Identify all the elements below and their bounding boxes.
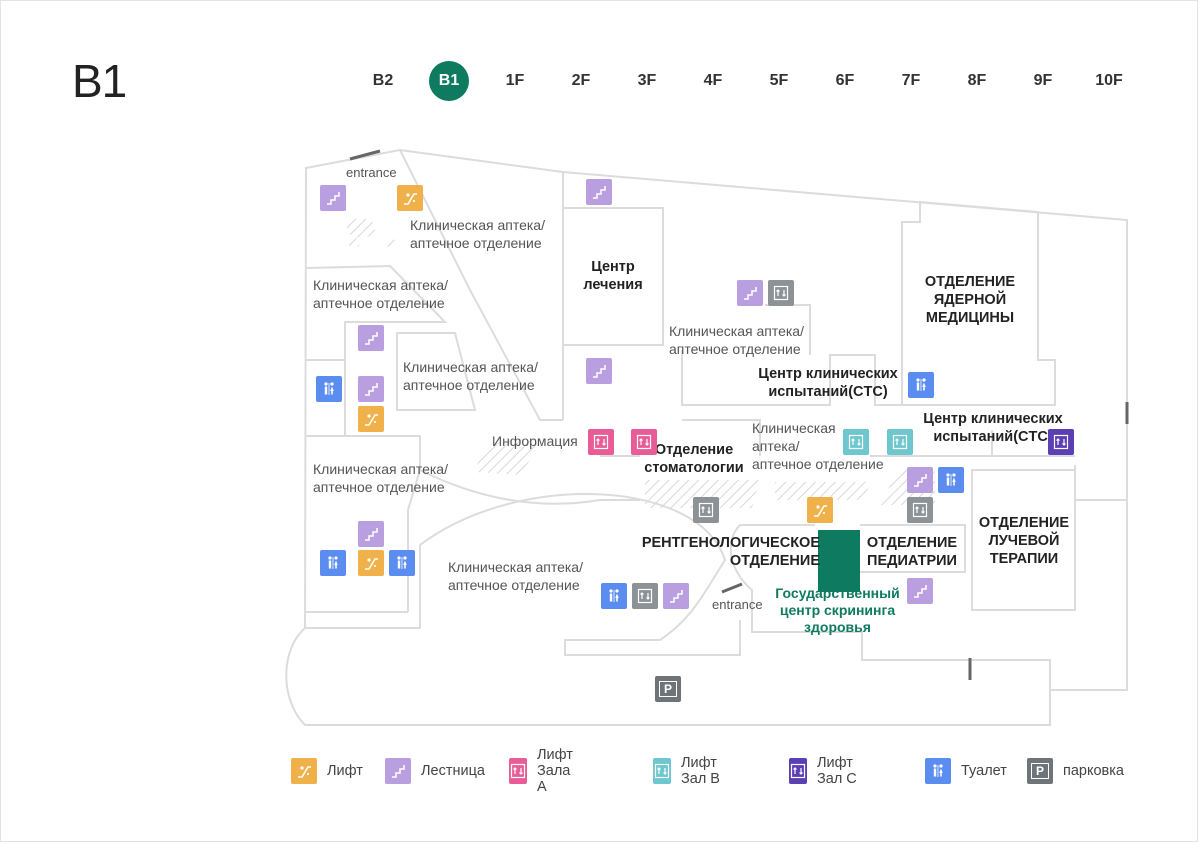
parking-icon-letter: P	[1030, 763, 1049, 779]
legend-label: Лестница	[421, 763, 485, 779]
stairs-icon[interactable]	[737, 280, 763, 306]
lift-icon[interactable]	[358, 550, 384, 576]
legend-item-elevator-b: Лифт Зал B	[653, 755, 725, 787]
lift-icon[interactable]	[358, 406, 384, 432]
elevator-a-icon	[509, 758, 527, 784]
treatment-center-label: Центр лечения	[583, 259, 643, 293]
information-label: Информация	[492, 433, 578, 449]
elevator-icon[interactable]	[768, 280, 794, 306]
pharmacy-label-5: Клиническая аптека/ аптечное отделение	[448, 559, 583, 593]
elevator-icon[interactable]	[632, 583, 658, 609]
stairs-icon[interactable]	[663, 583, 689, 609]
pharmacy-label-1: Клиническая аптека/ аптечное отделение	[410, 217, 545, 251]
elevator-icon[interactable]	[907, 497, 933, 523]
legend-label: Лифт Зала A	[537, 747, 573, 795]
lift-icon[interactable]	[397, 185, 423, 211]
legend-label: парковка	[1063, 763, 1124, 779]
stairs-icon[interactable]	[358, 376, 384, 402]
radiation-therapy-label: ОТДЕЛЕНИЕ ЛУЧЕВОЙ ТЕРАПИИ	[978, 515, 1070, 567]
entrance-label-bottom: entrance	[712, 597, 763, 612]
stairs-icon[interactable]	[358, 521, 384, 547]
legend-item-stairs: Лестница	[385, 758, 485, 784]
elevator-b-icon[interactable]	[887, 429, 913, 455]
parking-icon[interactable]: P	[655, 676, 681, 702]
legend-label: Лифт Зал C	[817, 755, 857, 787]
stairs-icon[interactable]	[586, 358, 612, 384]
stairs-icon[interactable]	[907, 578, 933, 604]
lift-icon	[291, 758, 317, 784]
pharmacy-label-4: Клиническая аптека/ аптечное отделение	[313, 461, 448, 495]
parking-icon-letter: P	[658, 681, 677, 697]
stairs-icon[interactable]	[586, 179, 612, 205]
nuclear-medicine-label: ОТДЕЛЕНИЕ ЯДЕРНОЙ МЕДИЦИНЫ	[924, 274, 1016, 326]
radiology-label: РЕНТГЕНОЛОГИЧЕСКОЕ ОТДЕЛЕНИЕ	[641, 535, 820, 569]
restroom-icon[interactable]	[389, 550, 415, 576]
restroom-icon[interactable]	[320, 550, 346, 576]
ctc-label-1: Центр клинических испытаний(CTC)	[758, 366, 898, 400]
legend-item-restroom: Туалет	[925, 758, 1007, 784]
restroom-icon[interactable]	[908, 372, 934, 398]
elevator-a-icon[interactable]	[588, 429, 614, 455]
legend-item-elevator-a: Лифт Зала A	[509, 747, 581, 795]
pediatrics-label: ОТДЕЛЕНИЕ ПЕДИАТРИИ	[866, 535, 958, 569]
elevator-c-icon	[789, 758, 807, 784]
legend-label: Туалет	[961, 763, 1007, 779]
elevator-b-icon[interactable]	[843, 429, 869, 455]
health-screening-label: Государственный центр скрининга здоровья	[775, 585, 900, 635]
restroom-icon[interactable]	[316, 376, 342, 402]
parking-icon: P	[1027, 758, 1053, 784]
stairs-icon[interactable]	[907, 467, 933, 493]
elevator-b-icon	[653, 758, 671, 784]
restroom-icon[interactable]	[938, 467, 964, 493]
stairs-icon[interactable]	[358, 325, 384, 351]
pharmacy-label-6: Клиническая аптека/ аптечное отделение	[669, 323, 804, 357]
pharmacy-label-3: Клиническая аптека/ аптечное отделение	[403, 359, 538, 393]
restroom-icon[interactable]	[601, 583, 627, 609]
legend-item-lift: Лифт	[291, 758, 363, 784]
stairs-icon[interactable]	[320, 185, 346, 211]
elevator-a-icon[interactable]	[631, 429, 657, 455]
legend-label: Лифт	[327, 763, 363, 779]
pharmacy-label-2: Клиническая аптека/ аптечное отделение	[313, 277, 448, 311]
legend-label: Лифт Зал B	[681, 755, 720, 787]
entrance-label-top: entrance	[346, 165, 397, 180]
elevator-icon[interactable]	[693, 497, 719, 523]
stairs-icon	[385, 758, 411, 784]
legend-item-parking: P парковка	[1027, 758, 1124, 784]
health-screening-area	[818, 530, 860, 592]
lift-icon[interactable]	[807, 497, 833, 523]
restroom-icon	[925, 758, 951, 784]
legend-item-elevator-c: Лифт Зал C	[789, 755, 861, 787]
elevator-c-icon[interactable]	[1048, 429, 1074, 455]
